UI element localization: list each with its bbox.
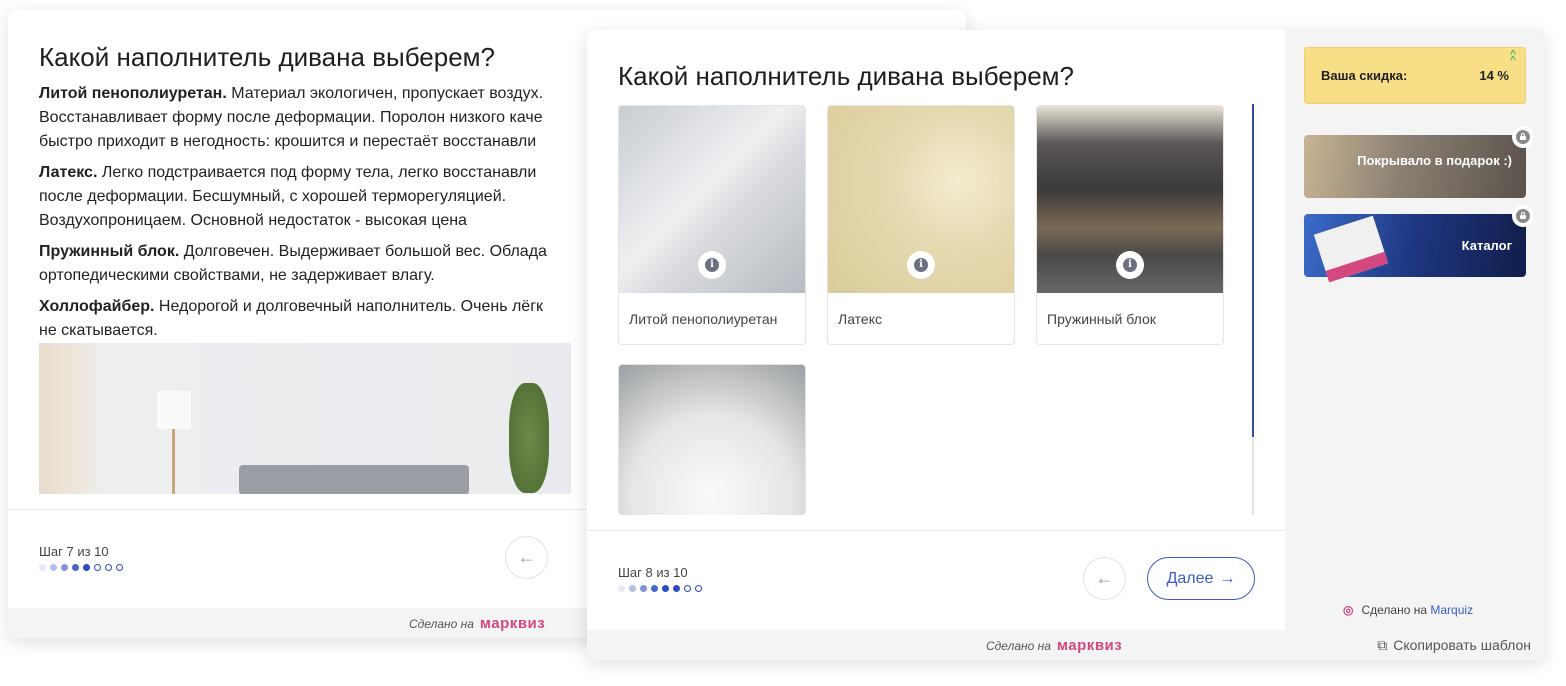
bonus-card[interactable]: Покрывало в подарок :) bbox=[1304, 126, 1534, 198]
made-with-text: Сделано на bbox=[409, 617, 474, 631]
paragraph-text: Недорогой и долговечный наполнитель. Оче… bbox=[154, 298, 544, 315]
option-label: Литой пенополиуретан bbox=[629, 311, 778, 327]
question-title: Какой наполнитель дивана выберем? bbox=[39, 42, 496, 72]
arrow-left-icon: ← bbox=[517, 547, 536, 567]
progress-dot bbox=[629, 585, 636, 592]
back-button[interactable]: ← bbox=[1083, 557, 1126, 600]
progress-dot bbox=[72, 564, 79, 571]
hollofiber-image bbox=[619, 365, 805, 515]
interior-image bbox=[39, 343, 571, 494]
option-label: Пружинный блок bbox=[1047, 311, 1156, 327]
progress-dot bbox=[618, 585, 625, 592]
paragraph-text: Восстанавливает форму после деформации. … bbox=[39, 109, 543, 126]
paragraph-heading: Латекс. bbox=[39, 164, 98, 181]
lock-icon bbox=[1512, 205, 1534, 227]
brand-logo[interactable]: марквиз bbox=[480, 615, 545, 632]
progress-dot bbox=[651, 585, 658, 592]
marquiz-logo-icon: ◎ bbox=[1343, 603, 1354, 617]
paragraph-text: Долговечен. Выдерживает большой вес. Обл… bbox=[179, 243, 547, 260]
paragraph-text: не скатывается. bbox=[39, 322, 158, 339]
made-with-marquiz: ◎ Сделано на Marquiz bbox=[1343, 603, 1473, 617]
sidebar: Ваша скидка: 14 % ^ ^ Покрывало в подарок… bbox=[1285, 30, 1545, 630]
paragraph-text: после деформации. Бесшумный, с хорошей т… bbox=[39, 188, 507, 205]
foam-image: i bbox=[619, 106, 805, 293]
copy-template-button[interactable]: ⧉ Скопировать шаблон bbox=[1377, 637, 1531, 654]
progress-dot bbox=[662, 585, 669, 592]
paragraph-heading: Литой пенополиуретан. bbox=[39, 85, 227, 102]
progress-dot bbox=[50, 564, 57, 571]
progress-dot bbox=[640, 585, 647, 592]
paragraph-text: Воздухопроницаем. Основной недостаток - … bbox=[39, 212, 467, 229]
paragraph-text: быстро приходит в негодность: крошится и… bbox=[39, 133, 537, 150]
bonus-card[interactable]: Каталог bbox=[1304, 205, 1534, 283]
bonus-label: Покрывало в подарок :) bbox=[1357, 153, 1512, 168]
arrow-left-icon: ← bbox=[1095, 568, 1114, 588]
progress-dot bbox=[83, 564, 90, 571]
next-button[interactable]: Далее → bbox=[1147, 557, 1255, 600]
brand-logo[interactable]: марквиз bbox=[1057, 637, 1122, 654]
option-card[interactable]: i Пружинный блок bbox=[1036, 105, 1224, 345]
step-label: Шаг 7 из 10 bbox=[39, 544, 109, 559]
quiz-card: Какой наполнитель дивана выберем? i Лито… bbox=[587, 30, 1545, 660]
copy-icon: ⧉ bbox=[1377, 637, 1388, 653]
spring-block-image: i bbox=[1037, 106, 1223, 293]
progress-dot bbox=[673, 585, 680, 592]
progress-dot bbox=[105, 564, 112, 571]
lock-icon bbox=[1512, 126, 1534, 148]
footer-bar: Сделано на марквиз ⧉ Скопировать шаблон bbox=[587, 630, 1545, 660]
option-card[interactable] bbox=[618, 364, 806, 515]
paragraph-text: Материал экологичен, пропускает воздух. bbox=[226, 85, 544, 102]
paragraph-text: Легко подстраивается под форму тела, лег… bbox=[97, 164, 537, 181]
discount-box: Ваша скидка: 14 % ^ ^ bbox=[1304, 47, 1526, 104]
progress-dot bbox=[684, 585, 691, 592]
step-label: Шаг 8 из 10 bbox=[618, 565, 688, 580]
arrow-right-icon: → bbox=[1219, 569, 1236, 587]
progress-dot bbox=[695, 585, 702, 592]
discount-label: Ваша скидка: bbox=[1321, 68, 1408, 83]
progress-dot bbox=[61, 564, 68, 571]
progress-dot bbox=[116, 564, 123, 571]
discount-value: 14 % bbox=[1479, 68, 1509, 83]
info-icon[interactable]: i bbox=[907, 251, 935, 279]
latex-image: i bbox=[828, 106, 1014, 293]
chevrons-up-icon: ^ ^ bbox=[1510, 49, 1516, 66]
back-button[interactable]: ← bbox=[505, 536, 548, 579]
paragraph-text: ортопедическими свойствами, не задержива… bbox=[39, 267, 435, 284]
made-with: Сделано на марквиз bbox=[986, 637, 1122, 654]
option-label: Латекс bbox=[838, 311, 882, 327]
made-with-text: Сделано на bbox=[986, 639, 1051, 653]
next-label: Далее bbox=[1166, 569, 1214, 587]
progress-dot bbox=[94, 564, 101, 571]
paragraph-heading: Пружинный блок. bbox=[39, 243, 180, 260]
question-title: Какой наполнитель дивана выберем? bbox=[618, 61, 1075, 91]
paragraph-heading: Холлофайбер. bbox=[39, 298, 155, 315]
option-card[interactable]: i Литой пенополиуретан bbox=[618, 105, 806, 345]
scrollbar[interactable] bbox=[1252, 104, 1254, 515]
progress-dots bbox=[618, 585, 702, 592]
copy-template-label: Скопировать шаблон bbox=[1393, 637, 1531, 653]
marquiz-link[interactable]: Marquiz bbox=[1430, 603, 1473, 617]
info-icon[interactable]: i bbox=[698, 251, 726, 279]
progress-dots bbox=[39, 564, 123, 571]
made-with-text: Сделано на bbox=[1361, 603, 1428, 617]
option-card[interactable]: i Латекс bbox=[827, 105, 1015, 345]
made-with: Сделано на марквиз bbox=[409, 615, 545, 632]
info-icon[interactable]: i bbox=[1116, 251, 1144, 279]
progress-dot bbox=[39, 564, 46, 571]
